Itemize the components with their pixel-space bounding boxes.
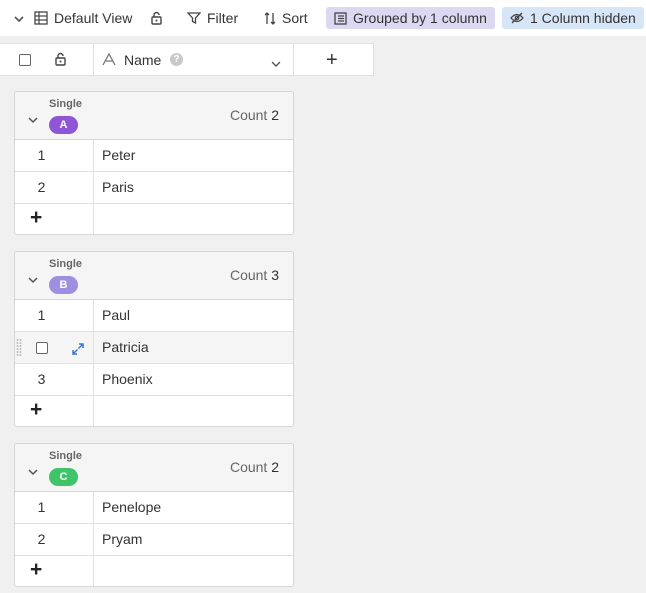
group-by-button[interactable]: Grouped by 1 column: [326, 7, 495, 29]
view-name: Default View: [54, 10, 133, 26]
group-c: Single C Count 2 1 Penelope 2 Pryam +: [14, 443, 294, 587]
add-row-button[interactable]: +: [30, 398, 42, 422]
option-badge: B: [49, 276, 78, 294]
view-toolbar: Default View Filter Sort Grouped by 1 co…: [0, 0, 646, 36]
filter-label: Filter: [207, 10, 239, 26]
count-label: Count: [229, 267, 268, 283]
group-b: Single B Count 3 1 Paul Patricia 3 Phoen…: [14, 251, 294, 427]
unlock-icon[interactable]: [54, 52, 67, 69]
grid-header: Name ? +: [0, 43, 374, 76]
header-divider: [293, 44, 294, 75]
table-row[interactable]: 2 Paris: [15, 172, 293, 204]
column-header-name[interactable]: Name: [124, 52, 161, 68]
view-lock-button[interactable]: [150, 6, 163, 30]
hidden-columns-label: 1 Column hidden: [530, 10, 636, 26]
option-badge: C: [49, 468, 78, 486]
chevron-down-icon[interactable]: [13, 12, 25, 28]
group-count: Count 3: [230, 267, 279, 283]
collapse-chevron-icon[interactable]: [27, 464, 39, 480]
cell-divider: [93, 204, 94, 234]
cell-divider: [93, 140, 94, 171]
count-value: 2: [271, 107, 279, 123]
add-row-button[interactable]: +: [30, 206, 42, 230]
group-field-name: Single: [49, 258, 83, 270]
table-row-hovered[interactable]: Patricia: [15, 332, 293, 364]
collapse-chevron-icon[interactable]: [27, 112, 39, 128]
table-row[interactable]: 1 Peter: [15, 140, 293, 172]
collapse-chevron-icon[interactable]: [27, 272, 39, 288]
table-row[interactable]: 1 Paul: [15, 300, 293, 332]
view-selector-button[interactable]: Default View: [34, 6, 132, 30]
sort-button[interactable]: Sort: [264, 6, 308, 30]
group-header: Single C Count 2: [15, 444, 293, 492]
name-cell[interactable]: Penelope: [102, 499, 161, 515]
cell-divider: [93, 396, 94, 426]
cell-divider: [93, 172, 94, 203]
group-icon: [334, 11, 347, 25]
add-row-row: +: [15, 396, 293, 426]
cell-divider: [93, 332, 94, 363]
row-index: 1: [37, 147, 46, 163]
name-cell[interactable]: Paris: [102, 179, 134, 195]
grid-view-icon: [34, 11, 48, 25]
option-badge: A: [49, 116, 78, 134]
row-index: 3: [37, 371, 46, 387]
table-row[interactable]: 3 Phoenix: [15, 364, 293, 396]
row-index: 1: [37, 499, 46, 515]
cell-divider: [93, 492, 94, 523]
count-label: Count: [229, 459, 268, 475]
select-all-checkbox[interactable]: [19, 54, 31, 66]
group-field-name: Single: [49, 98, 83, 110]
header-divider: [93, 44, 94, 75]
text-field-icon: [102, 52, 116, 69]
row-select-checkbox[interactable]: [36, 342, 48, 354]
count-label: Count: [229, 107, 268, 123]
filter-button[interactable]: Filter: [187, 6, 238, 30]
cell-divider: [93, 364, 94, 395]
count-value: 2: [271, 459, 279, 475]
add-row-button[interactable]: +: [30, 558, 42, 582]
add-row-row: +: [15, 556, 293, 586]
cell-divider: [93, 556, 94, 586]
name-cell[interactable]: Peter: [102, 147, 135, 163]
add-row-row: +: [15, 204, 293, 234]
group-count: Count 2: [230, 459, 279, 475]
group-a: Single A Count 2 1 Peter 2 Paris +: [14, 91, 294, 235]
cell-divider: [93, 300, 94, 331]
sort-label: Sort: [282, 10, 308, 26]
expand-row-icon[interactable]: [72, 342, 84, 358]
sort-icon: [264, 11, 276, 25]
group-header: Single A Count 2: [15, 92, 293, 140]
group-count: Count 2: [230, 107, 279, 123]
group-field-name: Single: [49, 450, 83, 462]
cell-divider: [93, 524, 94, 555]
unlock-icon: [150, 11, 163, 25]
row-index: 2: [37, 531, 46, 547]
group-by-label: Grouped by 1 column: [353, 10, 487, 26]
name-cell[interactable]: Patricia: [102, 339, 149, 355]
group-header: Single B Count 3: [15, 252, 293, 300]
help-icon[interactable]: ?: [170, 53, 183, 66]
add-column-button[interactable]: +: [326, 49, 338, 72]
filter-icon: [187, 12, 201, 24]
count-value: 3: [271, 267, 279, 283]
table-row[interactable]: 1 Penelope: [15, 492, 293, 524]
hidden-columns-button[interactable]: 1 Column hidden: [502, 7, 644, 29]
eye-slash-icon: [510, 12, 524, 24]
drag-handle-icon[interactable]: [16, 338, 22, 361]
row-index: 2: [37, 179, 46, 195]
name-cell[interactable]: Phoenix: [102, 371, 153, 387]
name-cell[interactable]: Paul: [102, 307, 130, 323]
name-cell[interactable]: Pryam: [102, 531, 142, 547]
row-index: 1: [37, 307, 46, 323]
chevron-down-icon[interactable]: [270, 56, 282, 72]
table-row[interactable]: 2 Pryam: [15, 524, 293, 556]
header-divider: [373, 44, 374, 75]
